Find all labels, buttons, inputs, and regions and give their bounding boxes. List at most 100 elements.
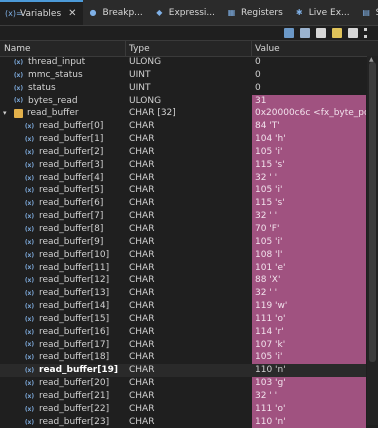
changed-value[interactable]: 32 ' ' [252,171,366,185]
changed-value[interactable]: 111 'o' [252,312,366,326]
changed-value[interactable]: 114 'r' [252,325,366,339]
tab-label: Variables [20,8,62,19]
changed-value[interactable]: 105 'i' [252,145,366,159]
changed-value[interactable]: 31 [252,94,366,108]
tab-expressi[interactable]: ◆ Expressi... [149,0,221,25]
variable-row[interactable]: (x) read_buffer[3] CHAR 115 's' [0,158,366,172]
variable-row[interactable]: (x) read_buffer[2] CHAR 105 'i' [0,145,366,159]
type-column-header[interactable]: Type [129,44,150,54]
variable-icon: (x) [24,200,35,208]
tab-breakp[interactable]: ● Breakp... [83,0,149,25]
changed-value[interactable]: 119 'w' [252,300,366,313]
variable-row[interactable]: (x) read_buffer[10] CHAR 108 'l' [0,248,366,262]
variable-row[interactable]: (x) status UINT 0 [0,82,366,95]
changed-value[interactable]: 103 'g' [252,377,366,390]
variable-name: read_buffer[23] [39,416,110,427]
variable-icon: (x) [13,71,24,79]
variable-row[interactable]: (x) read_buffer[21] CHAR 32 ' ' [0,389,366,403]
changed-value[interactable]: 104 'h' [252,133,366,146]
value-column-header[interactable]: Value [255,44,280,54]
changed-value[interactable]: 107 'k' [252,338,366,352]
variable-type: CHAR [129,262,155,273]
changed-value[interactable]: 32 ' ' [252,389,366,403]
changed-value[interactable]: 88 'X' [252,274,366,288]
variable-value[interactable]: 0 [252,69,366,82]
registers-icon: ▦ [227,8,236,17]
variable-icon: (x) [24,225,35,233]
variable-row[interactable]: (x) read_buffer[22] CHAR 111 'o' [0,402,366,416]
changed-value[interactable]: 32 ' ' [252,287,366,301]
changed-value[interactable]: 70 'F' [252,222,366,236]
variable-value[interactable]: 0 [252,56,366,69]
variable-value[interactable]: 110 'n' [252,364,366,377]
changed-value[interactable]: 108 'l' [252,248,366,262]
changed-value[interactable]: 84 'T' [252,120,366,134]
variables-icon: (x)= [5,9,23,18]
changed-value[interactable]: 105 'i' [252,235,366,249]
show-type-names-icon[interactable] [300,27,310,38]
tab-sfrs[interactable]: ▤SFRs [356,0,378,25]
variable-name-cell: (x) read_buffer[1] [24,133,104,146]
variable-row[interactable]: (x) read_buffer[7] CHAR 32 ' ' [0,210,366,223]
name-column-header[interactable]: Name [4,44,31,54]
variable-name-cell: (x) read_buffer[5] [24,184,104,197]
variable-row[interactable]: (x) read_buffer[17] CHAR 107 'k' [0,338,366,352]
changed-value[interactable]: 105 'i' [252,351,366,365]
layout-icon[interactable] [316,27,326,38]
changed-value[interactable]: 111 'o' [252,402,366,416]
variable-row[interactable]: (x) read_buffer[16] CHAR 114 'r' [0,325,366,339]
variable-name: read_buffer[6] [39,198,104,209]
variable-row[interactable]: (x) read_buffer[15] CHAR 111 'o' [0,312,366,326]
scrollbar-thumb[interactable] [369,62,376,362]
expand-chevron-icon[interactable]: ▾ [3,107,10,120]
vertical-scrollbar[interactable]: ▲ [367,56,378,425]
variable-row[interactable]: (x) read_buffer[13] CHAR 32 ' ' [0,287,366,301]
changed-value[interactable]: 32 ' ' [252,210,366,223]
variable-row[interactable]: (x) read_buffer[23] CHAR 110 'n' [0,415,366,428]
variable-icon: (x) [24,392,35,400]
variable-row[interactable]: (x) read_buffer[19] CHAR 110 'n' [0,364,366,378]
breakpoints-icon: ● [89,8,97,17]
variable-type: CHAR [129,223,155,234]
tab-live-ex[interactable]: ✱ Live Ex... [289,0,356,25]
variable-type: CHAR [129,378,155,389]
variable-icon: (x) [24,238,35,246]
minimize-icon[interactable] [348,27,358,38]
more-options-icon[interactable] [364,27,370,38]
variable-row[interactable]: (x) bytes_read ULONG 31 [0,94,366,108]
changed-value[interactable]: 110 'n' [252,415,366,428]
variable-row[interactable]: (x) read_buffer[1] CHAR 104 'h' [0,133,366,146]
close-tab-icon[interactable]: ✕ [68,8,76,19]
tab-registers[interactable]: ▦ Registers [221,0,289,25]
variable-row[interactable]: (x) read_buffer[8] CHAR 70 'F' [0,222,366,236]
variable-row[interactable]: (x) thread_input ULONG 0 [0,56,366,69]
variable-row[interactable]: (x) read_buffer[18] CHAR 105 'i' [0,351,366,365]
variable-row[interactable]: (x) read_buffer[11] CHAR 101 'e' [0,261,366,275]
variable-row[interactable]: (x) mmc_status UINT 0 [0,69,366,82]
changed-value[interactable]: 115 's' [252,197,366,211]
variable-row[interactable]: (x) read_buffer[9] CHAR 105 'i' [0,235,366,249]
variable-row[interactable]: (x) read_buffer[14] CHAR 119 'w' [0,300,366,313]
variable-row[interactable]: ▾ read_buffer CHAR [32] 0x20000c6c <fx_byte… [0,107,366,121]
changed-value[interactable]: 101 'e' [252,261,366,275]
changed-value[interactable]: 105 'i' [252,184,366,198]
variable-name: read_buffer[22] [39,403,110,414]
variable-row[interactable]: (x) read_buffer[0] CHAR 84 'T' [0,120,366,134]
variable-icon: (x) [24,290,35,298]
variable-row[interactable]: (x) read_buffer[12] CHAR 88 'X' [0,274,366,288]
variable-value[interactable]: 0 [252,82,366,95]
variable-icon: (x) [24,354,35,362]
tab-variables[interactable]: (x)= Variables ✕ [0,0,83,25]
collapse-all-icon[interactable] [284,27,294,38]
variable-row[interactable]: (x) read_buffer[4] CHAR 32 ' ' [0,171,366,185]
view-menu-icon[interactable] [332,27,342,38]
variable-row[interactable]: (x) read_buffer[6] CHAR 115 's' [0,197,366,211]
variable-name: read_buffer[17] [39,339,110,350]
variable-row[interactable]: (x) read_buffer[20] CHAR 103 'g' [0,377,366,390]
variable-row[interactable]: (x) read_buffer[5] CHAR 105 'i' [0,184,366,198]
changed-value[interactable]: 115 's' [252,158,366,172]
view-tab-bar: (x)= Variables ✕ ● Breakp... ◆ Expressi... ▦ Reg… [0,0,378,26]
variable-icon: (x) [24,251,35,259]
variable-type: CHAR [129,249,155,260]
changed-value[interactable]: 0x20000c6c <fx_byte_pool_bu [252,107,366,121]
